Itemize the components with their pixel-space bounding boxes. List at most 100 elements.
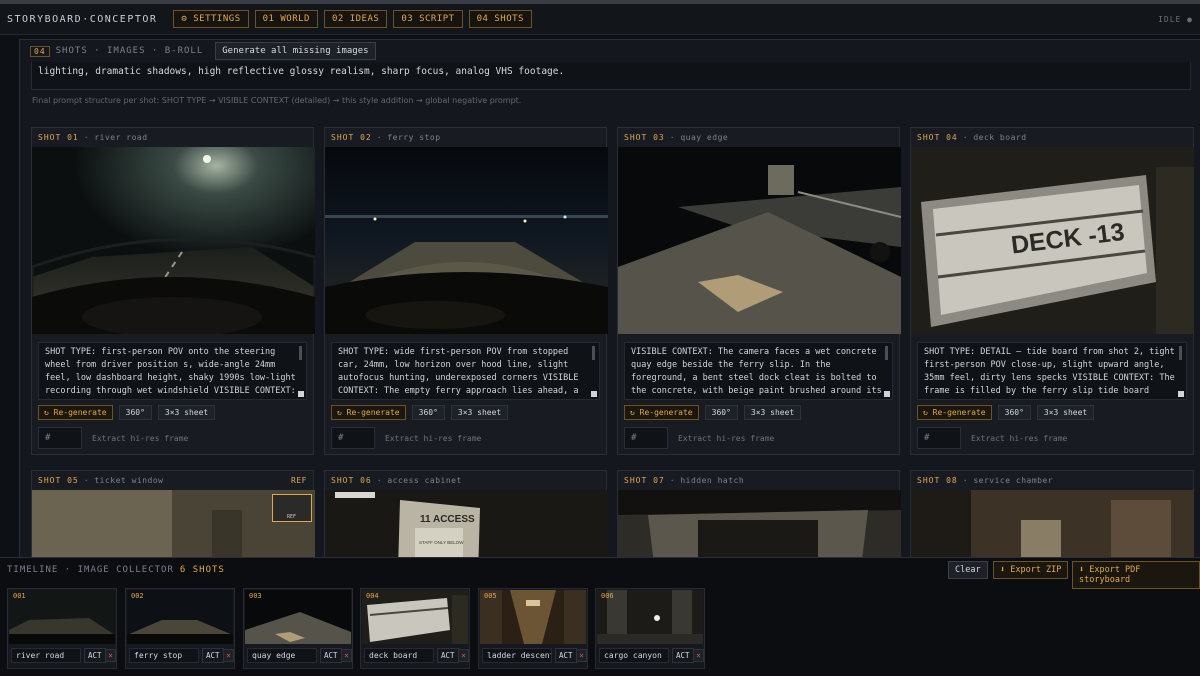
resize-handle[interactable] [591,391,597,397]
remove-icon[interactable]: × [576,649,587,662]
export-pdf-button[interactable]: ⬇ Export PDF storyboard [1072,561,1200,589]
extract-frame-button[interactable]: Extract hi-res frame [88,432,192,445]
360-button[interactable]: 360° [704,405,738,420]
timeline-item[interactable]: 004 deck board ACT × [360,588,470,669]
timeline-item-number: 004 [366,592,379,600]
export-zip-button[interactable]: ⬇ Export ZIP [993,561,1069,579]
timeline-item[interactable]: 002 ferry stop ACT × [125,588,235,669]
shot-card-header: SHOT 04 · deck board [911,128,1193,147]
regenerate-button[interactable]: ↻ Re-generate [624,405,699,420]
shot-description-field[interactable]: SHOT TYPE: DETAIL — tide board from shot… [917,342,1187,400]
timeline-item[interactable]: 005 ladder descent ACT × [478,588,588,669]
nav-world-button[interactable]: 01 WORLD [254,10,318,28]
shot-image[interactable]: REF [32,490,315,559]
scrollbar[interactable] [592,346,595,360]
extract-frame-button[interactable]: Extract hi-res frame [967,432,1071,445]
nav-script-button[interactable]: 03 SCRIPT [393,10,463,28]
resize-handle[interactable] [298,391,304,397]
access-sign-text: 11 ACCESS [420,514,475,525]
shot-number: SHOT 03 [624,133,665,142]
nav-settings-button[interactable]: ⚙ SETTINGS [173,10,249,28]
timeline-title: TIMELINE · IMAGE COLLECTOR [7,564,174,575]
act-button[interactable]: ACT [202,648,224,663]
timeline-item-name-field[interactable]: quay edge [247,648,317,663]
remove-icon[interactable]: × [458,649,469,662]
timeline-item[interactable]: 003 quay edge ACT × [243,588,353,669]
shot-card-header: SHOT 01 · river road [32,128,313,147]
shot-card-header: SHOT 07 · hidden hatch [618,471,899,490]
act-button[interactable]: ACT [437,648,459,663]
generate-all-button[interactable]: Generate all missing images [215,42,376,60]
remove-icon[interactable]: × [105,649,116,662]
resize-handle[interactable] [1178,391,1184,397]
regenerate-button[interactable]: ↻ Re-generate [38,405,113,420]
shot-description-field[interactable]: VISIBLE CONTEXT: The camera faces a wet … [624,342,893,400]
timeline-item[interactable]: 001 river road ACT × [7,588,117,669]
shot-image[interactable]: DECK -13 [911,147,1194,334]
extract-frame-button[interactable]: Extract hi-res frame [381,432,485,445]
360-button[interactable]: 360° [411,405,445,420]
shot-card: SHOT 02 · ferry stop SHOT TYPE: wide fir… [324,127,608,455]
shot-actions: ↻ Re-generate 360° 3×3 sheet [32,400,313,425]
act-button[interactable]: ACT [84,648,106,663]
timeline-item-name-field[interactable]: deck board [364,648,434,663]
shot-image[interactable] [32,147,315,334]
scrollbar[interactable] [885,346,888,360]
app-title: STORYBOARD·CONCEPTOR [7,13,158,25]
nav-ideas-button[interactable]: 02 IDEAS [323,10,388,28]
frame-number-input[interactable]: # [38,427,82,449]
act-button[interactable]: ACT [672,648,694,663]
sheet-button[interactable]: 3×3 sheet [157,405,216,420]
timeline-item-name-field[interactable]: ladder descent [482,648,552,663]
remove-icon[interactable]: × [341,649,352,662]
sheet-button[interactable]: 3×3 sheet [450,405,509,420]
remove-icon[interactable]: × [693,649,704,662]
clear-button[interactable]: Clear [948,561,988,579]
shot-description-field[interactable]: SHOT TYPE: wide first-person POV from st… [331,342,600,400]
panel-heading: SHOTS · IMAGES · B-ROLL [55,46,204,56]
nav-shots-button[interactable]: 04 SHOTS [468,10,532,28]
panel-number-badge: 04 [30,45,50,57]
shot-name: · ticket window [83,476,164,485]
scrollbar[interactable] [299,346,302,360]
shot-image[interactable] [325,147,608,334]
timeline-item[interactable]: 006 cargo canyon ACT × [595,588,705,669]
extract-frame-button[interactable]: Extract hi-res frame [674,432,778,445]
shot-name: · quay edge [669,133,729,142]
360-button[interactable]: 360° [118,405,152,420]
shot-description-field[interactable]: SHOT TYPE: first-person POV onto the ste… [38,342,307,400]
sheet-button[interactable]: 3×3 sheet [1036,405,1095,420]
shot-image[interactable] [618,147,901,334]
shot-name: · ferry stop [376,133,441,142]
remove-icon[interactable]: × [223,649,234,662]
regenerate-button[interactable]: ↻ Re-generate [917,405,992,420]
resize-handle[interactable] [884,391,890,397]
shot-number: SHOT 07 [624,476,665,485]
timeline-item-number: 002 [131,592,144,600]
shot-image[interactable] [911,490,1194,559]
shot-image[interactable] [618,490,901,559]
scrollbar[interactable] [1179,346,1182,360]
sheet-button[interactable]: 3×3 sheet [743,405,802,420]
act-button[interactable]: ACT [320,648,342,663]
regenerate-button[interactable]: ↻ Re-generate [331,405,406,420]
shot-name: · river road [83,133,148,142]
act-button[interactable]: ACT [555,648,577,663]
frame-number-input[interactable]: # [331,427,375,449]
shot-card: SHOT 06 · access cabinet 11 ACCESS STAFF… [324,470,608,559]
shot-actions: ↻ Re-generate 360° 3×3 sheet [911,400,1193,425]
shot-description-text: SHOT TYPE: first-person POV onto the ste… [45,347,296,396]
reference-thumbnail[interactable]: REF [272,494,312,522]
shot-number: SHOT 08 [917,476,958,485]
shot-actions: ↻ Re-generate 360° 3×3 sheet [618,400,899,425]
shot-image[interactable]: 11 ACCESS STAFF ONLY BELOW [325,490,608,559]
360-button[interactable]: 360° [997,405,1031,420]
frame-number-input[interactable]: # [624,427,668,449]
timeline-item-name-field[interactable]: ferry stop [129,648,199,663]
frame-number-input[interactable]: # [917,427,961,449]
shots-panel: An random angled for video frame: midnig… [19,39,1200,559]
timeline-item-name-field[interactable]: cargo canyon [599,648,669,663]
timeline-item-name-field[interactable]: river road [11,648,81,663]
top-bar: STORYBOARD·CONCEPTOR ⚙ SETTINGS 01 WORLD… [0,0,1200,35]
shot-card: SHOT 05 · ticket window REF REF [31,470,315,559]
